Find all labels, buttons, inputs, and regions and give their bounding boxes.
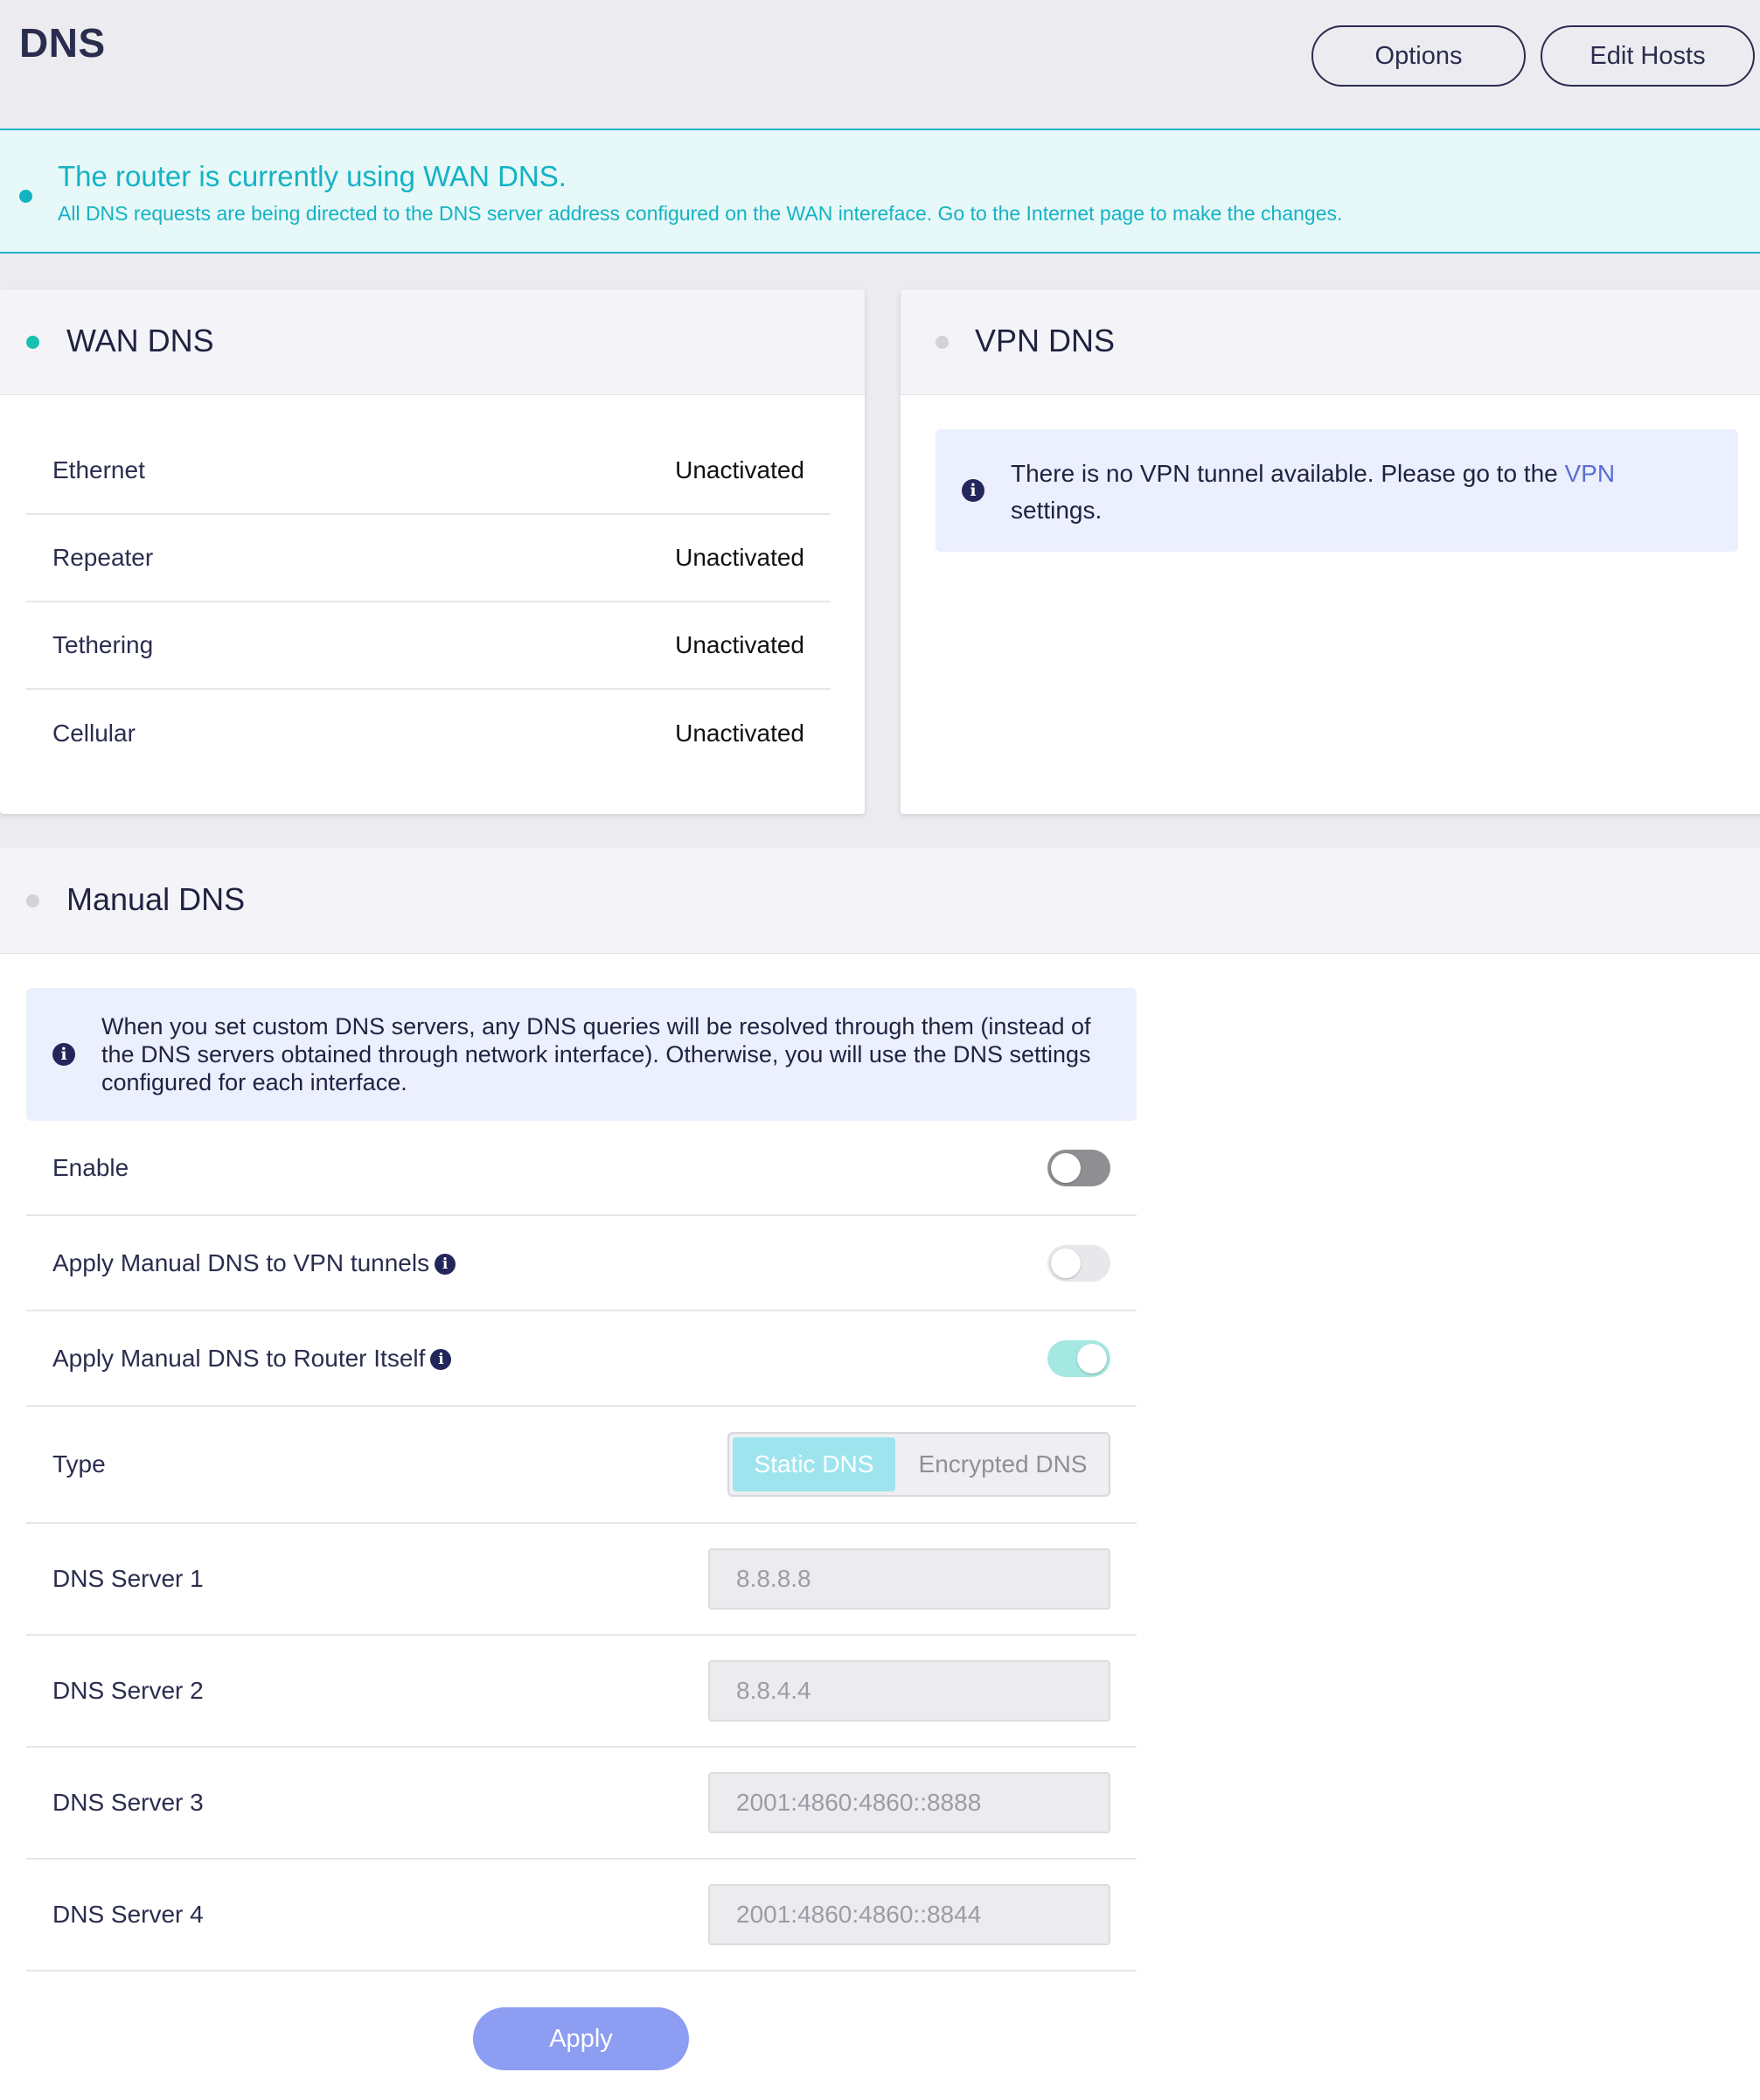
info-icon[interactable]: i xyxy=(435,1254,456,1276)
wan-row-label: Cellular xyxy=(52,720,136,747)
manual-dns-section: Manual DNS i When you set custom DNS ser… xyxy=(0,848,1760,2100)
active-status-dot-icon xyxy=(26,336,39,349)
manual-dns-info-text: When you set custom DNS servers, any DNS… xyxy=(101,1013,1091,1095)
wan-row-ethernet: Ethernet Unactivated xyxy=(26,428,831,515)
encrypted-dns-option[interactable]: Encrypted DNS xyxy=(899,1437,1107,1492)
wan-dns-card: WAN DNS Ethernet Unactivated Repeater Un… xyxy=(0,289,865,814)
vpn-info-box: i There is no VPN tunnel available. Plea… xyxy=(936,429,1738,552)
dns-server-1-input[interactable]: 8.8.8.8 xyxy=(708,1548,1110,1610)
enable-label: Enable xyxy=(52,1153,129,1181)
router-itself-label-text: Apply Manual DNS to Router Itself xyxy=(52,1344,426,1372)
vpn-tunnels-label: Apply Manual DNS to VPN tunnels i xyxy=(52,1249,456,1277)
info-icon: i xyxy=(52,1043,75,1066)
wan-row-status: Unactivated xyxy=(675,631,804,658)
inactive-status-dot-icon xyxy=(936,336,949,349)
vpn-dns-title: VPN DNS xyxy=(975,323,1116,358)
inactive-status-dot-icon xyxy=(26,894,39,907)
vpn-info-text: There is no VPN tunnel available. Please… xyxy=(1011,455,1710,529)
wan-dns-status-banner: The router is currently using WAN DNS. A… xyxy=(0,129,1760,254)
wan-row-label: Repeater xyxy=(52,544,154,571)
wan-row-status: Unactivated xyxy=(675,456,804,483)
dns-server-row: DNS Server 4 2001:4860:4860::8844 xyxy=(26,1860,1137,1971)
type-label: Type xyxy=(52,1450,106,1478)
enable-row: Enable xyxy=(26,1121,1137,1216)
vpn-tunnels-toggle[interactable] xyxy=(1047,1244,1110,1282)
toggle-knob xyxy=(1051,1248,1081,1278)
dns-server-3-input[interactable]: 2001:4860:4860::8888 xyxy=(708,1772,1110,1833)
dns-server-row: DNS Server 2 8.8.4.4 xyxy=(26,1636,1137,1748)
wan-row-tethering: Tethering Unactivated xyxy=(26,602,831,690)
vpn-dns-card-header: VPN DNS xyxy=(901,289,1760,395)
vpn-info-text-after: settings. xyxy=(1011,497,1103,524)
info-icon: i xyxy=(962,479,984,502)
vpn-settings-link[interactable]: VPN xyxy=(1565,460,1616,487)
manual-dns-title: Manual DNS xyxy=(66,881,246,917)
dns-server-label: DNS Server 4 xyxy=(52,1901,204,1928)
dns-server-4-input[interactable]: 2001:4860:4860::8844 xyxy=(708,1884,1110,1945)
wan-row-status: Unactivated xyxy=(675,720,804,747)
toggle-knob xyxy=(1077,1343,1107,1373)
dns-server-row: DNS Server 3 2001:4860:4860::8888 xyxy=(26,1748,1137,1860)
manual-dns-info-box: i When you set custom DNS servers, any D… xyxy=(26,988,1137,1121)
static-dns-option[interactable]: Static DNS xyxy=(733,1437,895,1492)
enable-toggle[interactable] xyxy=(1047,1149,1110,1186)
vpn-info-text-before: There is no VPN tunnel available. Please… xyxy=(1011,460,1565,487)
router-itself-row: Apply Manual DNS to Router Itself i xyxy=(26,1311,1137,1407)
dns-server-label: DNS Server 1 xyxy=(52,1565,204,1592)
edit-hosts-button[interactable]: Edit Hosts xyxy=(1541,25,1755,87)
status-dot-icon xyxy=(19,190,32,203)
vpn-tunnels-label-text: Apply Manual DNS to VPN tunnels xyxy=(52,1248,430,1276)
banner-title: The router is currently using WAN DNS. xyxy=(58,160,567,192)
wan-dns-title: WAN DNS xyxy=(66,323,214,358)
dns-server-label: DNS Server 3 xyxy=(52,1789,204,1816)
dns-server-2-input[interactable]: 8.8.4.4 xyxy=(708,1660,1110,1721)
vpn-tunnels-row: Apply Manual DNS to VPN tunnels i xyxy=(26,1216,1137,1311)
dns-server-label: DNS Server 2 xyxy=(52,1677,204,1704)
wan-row-status: Unactivated xyxy=(675,544,804,571)
toggle-knob xyxy=(1051,1152,1081,1183)
banner-description: All DNS requests are being directed to t… xyxy=(58,202,1343,225)
type-row: Type Static DNS Encrypted DNS xyxy=(26,1407,1137,1524)
wan-row-label: Ethernet xyxy=(52,456,145,483)
wan-dns-card-header: WAN DNS xyxy=(0,289,865,395)
wan-row-label: Tethering xyxy=(52,631,154,658)
vpn-dns-card: VPN DNS i There is no VPN tunnel availab… xyxy=(901,289,1760,814)
wan-row-repeater: Repeater Unactivated xyxy=(26,515,831,602)
router-itself-label: Apply Manual DNS to Router Itself i xyxy=(52,1344,452,1373)
dns-type-segmented-control: Static DNS Encrypted DNS xyxy=(727,1432,1110,1497)
apply-button[interactable]: Apply xyxy=(473,2007,689,2070)
options-button[interactable]: Options xyxy=(1311,25,1526,87)
wan-row-cellular: Cellular Unactivated xyxy=(26,690,831,777)
router-itself-toggle[interactable] xyxy=(1047,1339,1110,1377)
page-title: DNS xyxy=(19,20,106,66)
info-icon[interactable]: i xyxy=(430,1349,452,1371)
manual-dns-header: Manual DNS xyxy=(0,848,1760,954)
dns-server-row: DNS Server 1 8.8.8.8 xyxy=(26,1524,1137,1636)
